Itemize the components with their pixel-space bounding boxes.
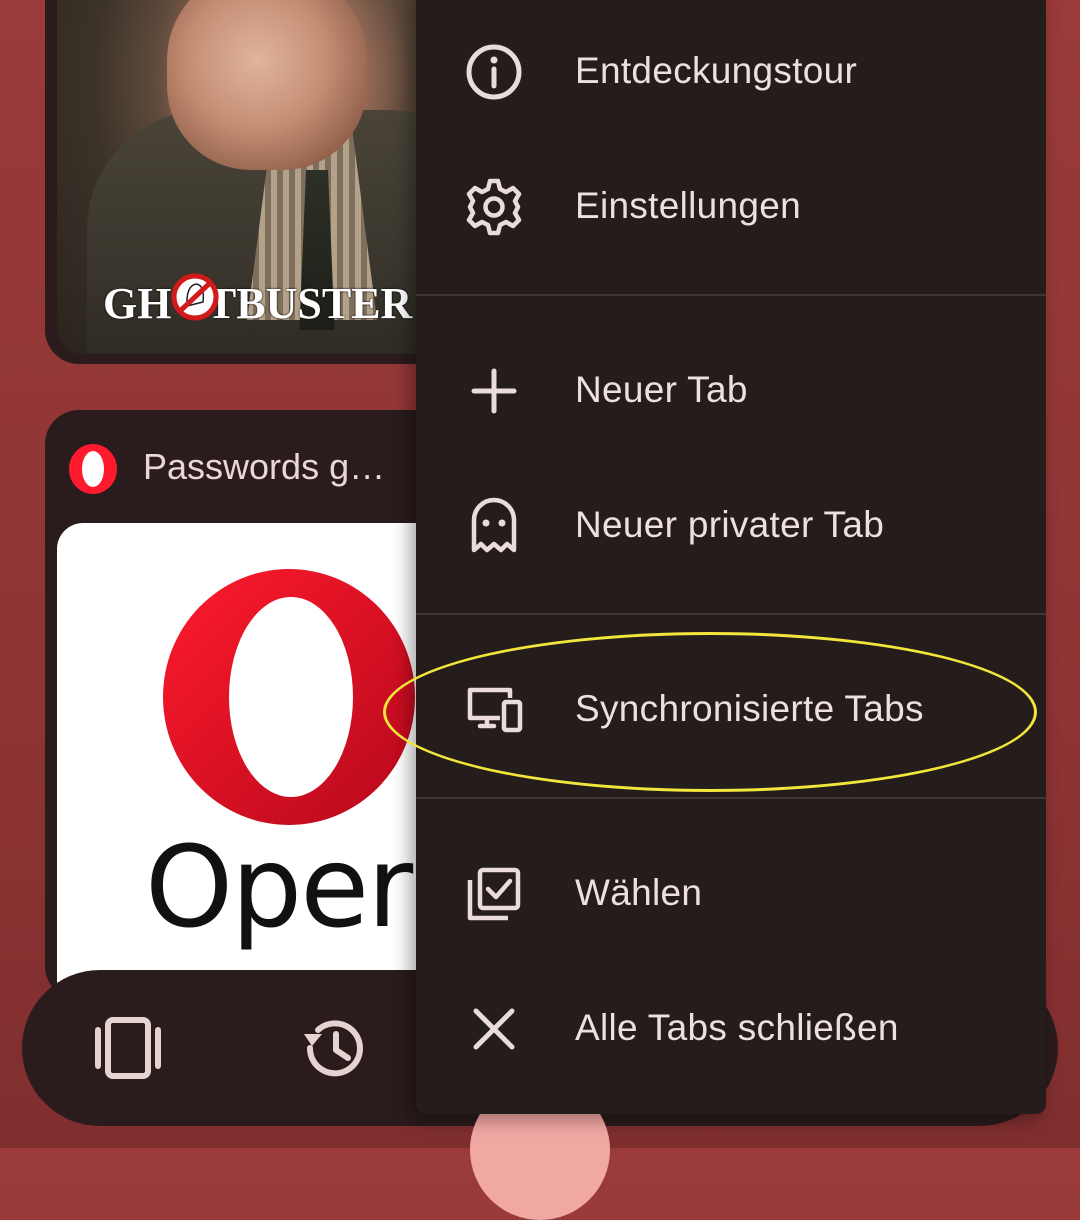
tab-card-passwords[interactable]: Passwords g… Opera <box>45 410 465 1000</box>
menu-item-alle-tabs-schliessen[interactable]: Alle Tabs schließen <box>416 967 1046 1087</box>
menu-item-label: Wählen <box>575 872 703 913</box>
info-icon <box>466 44 522 100</box>
opera-favicon-icon <box>69 444 117 494</box>
overflow-menu: Entdeckungstour Einstellungen Neuer Tab … <box>416 0 1046 1114</box>
tab-thumbnail: GH STBUSTER <box>57 0 465 354</box>
menu-item-einstellungen[interactable]: Einstellungen <box>416 145 1046 265</box>
ghostbusters-logo-icon <box>171 273 219 321</box>
plus-icon <box>471 368 517 414</box>
tab-card-ghostbusters[interactable]: GH STBUSTER <box>45 0 465 364</box>
menu-divider <box>416 797 1046 799</box>
menu-item-entdeckungstour[interactable]: Entdeckungstour <box>416 10 1046 130</box>
opera-logo-icon <box>163 569 415 825</box>
ghost-icon <box>471 497 517 553</box>
tab-thumbnail: Opera <box>57 523 465 983</box>
ghostbusters-logo-text: GH STBUSTER <box>103 279 413 328</box>
tab-title: Passwords g… <box>143 446 386 487</box>
devices-icon <box>467 687 523 733</box>
menu-item-label: Neuer Tab <box>575 369 748 410</box>
menu-item-waehlen[interactable]: Wählen <box>416 832 1046 952</box>
menu-item-label: Entdeckungstour <box>575 50 858 91</box>
menu-item-label: Synchronisierte Tabs <box>575 688 924 729</box>
tabs-icon <box>95 1017 161 1079</box>
gear-icon <box>466 178 522 236</box>
menu-item-neuer-tab[interactable]: Neuer Tab <box>416 329 1046 449</box>
menu-item-label: Neuer privater Tab <box>575 504 885 545</box>
menu-item-synchronisierte-tabs[interactable]: Synchronisierte Tabs <box>416 648 1046 768</box>
thumbnail-face <box>167 0 367 170</box>
tabs-button[interactable] <box>88 1008 168 1088</box>
select-check-icon <box>467 867 521 921</box>
menu-item-neuer-privater-tab[interactable]: Neuer privater Tab <box>416 464 1046 584</box>
menu-item-label: Einstellungen <box>575 185 802 226</box>
menu-divider <box>416 613 1046 615</box>
menu-divider <box>416 294 1046 296</box>
close-icon <box>473 1008 515 1050</box>
menu-item-label: Alle Tabs schließen <box>575 1007 899 1048</box>
history-icon <box>304 1020 363 1077</box>
history-button[interactable] <box>294 1008 374 1088</box>
